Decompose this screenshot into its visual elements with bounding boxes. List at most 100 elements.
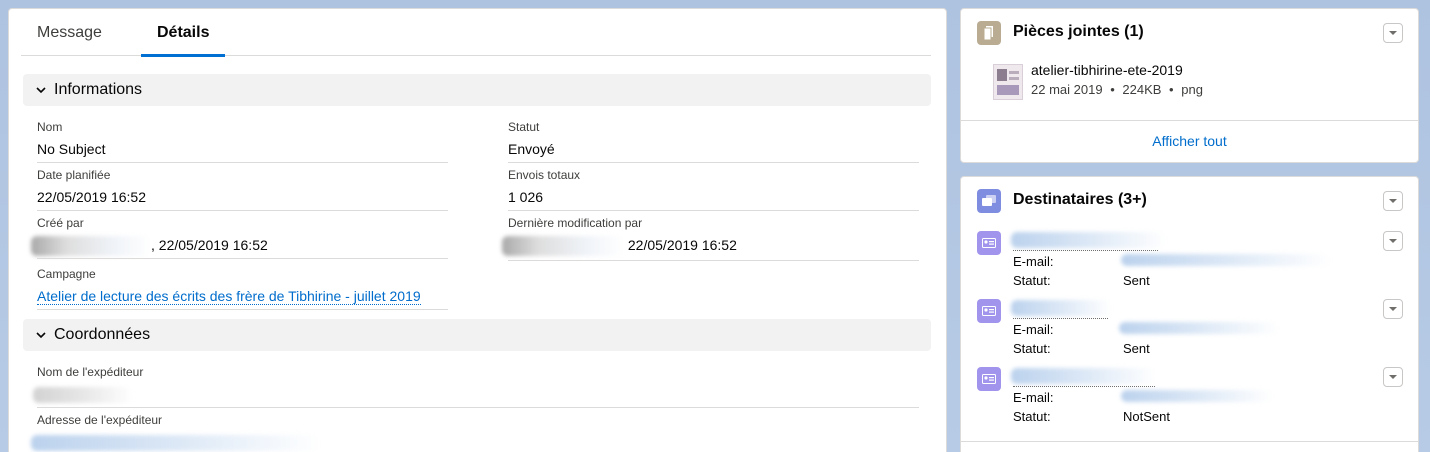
chevron-down-icon xyxy=(1389,239,1397,243)
status-label: Statut: xyxy=(1013,273,1051,288)
email-label: E-mail: xyxy=(1013,390,1054,405)
divider xyxy=(37,407,919,408)
tab-details[interactable]: Détails xyxy=(141,9,226,57)
attachment-meta: 22 mai 2019 • 224KB • png xyxy=(1031,82,1203,97)
recipient-menu-button[interactable] xyxy=(1383,299,1403,319)
recipient-email xyxy=(1121,254,1331,266)
link-underline xyxy=(1013,386,1155,387)
attachment-date: 22 mai 2019 xyxy=(1031,82,1103,97)
tab-message[interactable]: Message xyxy=(21,9,118,56)
field-label: Statut xyxy=(508,120,540,134)
section-title: Informations xyxy=(54,81,143,98)
divider xyxy=(37,210,448,211)
field-envois-totaux: Envois totaux 1 026 xyxy=(508,167,919,211)
field-value: 1 026 xyxy=(508,189,544,205)
field-value xyxy=(31,432,919,452)
chevron-down-icon xyxy=(1389,307,1397,311)
recipient-item: E-mail: Statut: Sent xyxy=(961,297,1420,363)
redacted-sender-email[interactable] xyxy=(31,435,321,452)
redacted-user[interactable] xyxy=(502,236,624,257)
field-date-planifiee: Date planifiée 22/05/2019 16:52 xyxy=(37,167,448,211)
field-cree-par: Créé par , 22/05/2019 16:52 xyxy=(31,215,448,259)
attachments-card: Pièces jointes (1) atelier-tibhirine-ete… xyxy=(960,8,1419,163)
recipients-title: Destinataires (3+) xyxy=(1013,191,1147,208)
field-value: Atelier de lecture des écrits des frère … xyxy=(37,286,448,306)
redacted-sender-name xyxy=(33,387,133,404)
chevron-down-icon xyxy=(1389,375,1397,379)
field-derniere-modification: Dernière modification par 22/05/2019 16:… xyxy=(502,215,919,261)
attachment-thumbnail[interactable] xyxy=(993,64,1023,100)
chevron-down-icon xyxy=(1389,31,1397,35)
section-coordonnees[interactable]: Coordonnées xyxy=(23,319,931,351)
field-label: Date planifiée xyxy=(37,168,111,182)
recipients-card: Destinataires (3+) E-mail: Statut: Sent … xyxy=(960,176,1419,452)
details-panel: Message Détails Informations Nom No Subj… xyxy=(8,8,947,452)
status-value: Sent xyxy=(1123,341,1150,356)
status-label: Statut: xyxy=(1013,409,1051,424)
tab-bar: Message Détails xyxy=(21,9,931,57)
field-value: 22/05/2019 16:52 xyxy=(502,235,919,257)
contact-icon xyxy=(977,231,1001,255)
recipient-menu-button[interactable] xyxy=(1383,231,1403,251)
email-label: E-mail: xyxy=(1013,322,1054,337)
email-label: E-mail: xyxy=(1013,254,1054,269)
attachments-menu-button[interactable] xyxy=(1383,23,1403,43)
recipient-item: E-mail: Statut: NotSent xyxy=(961,365,1420,431)
field-statut: Statut Envoyé xyxy=(508,119,919,163)
divider xyxy=(508,210,919,211)
divider xyxy=(37,309,448,310)
chevron-down-icon xyxy=(1389,199,1397,203)
status-label: Statut: xyxy=(1013,341,1051,356)
divider xyxy=(508,162,919,163)
redacted-user[interactable] xyxy=(31,236,151,257)
campaign-link[interactable]: Atelier de lecture des écrits des frère … xyxy=(37,288,421,305)
divider xyxy=(508,260,919,261)
field-nom-expediteur: Nom de l'expéditeur xyxy=(33,364,919,408)
divider xyxy=(37,258,448,259)
field-nom: Nom No Subject xyxy=(37,119,448,163)
field-value: , 22/05/2019 16:52 xyxy=(31,235,448,257)
chevron-down-icon xyxy=(33,74,49,106)
recipient-menu-button[interactable] xyxy=(1383,367,1403,387)
recipient-email xyxy=(1119,322,1279,334)
attachment-name[interactable]: atelier-tibhirine-ete-2019 xyxy=(1031,62,1183,78)
section-title: Coordonnées xyxy=(54,326,151,343)
divider xyxy=(961,441,1418,442)
contact-icon xyxy=(977,299,1001,323)
chevron-down-icon xyxy=(33,319,49,351)
attachment-type: png xyxy=(1181,82,1203,97)
field-value: Envoyé xyxy=(508,141,555,157)
file-icon xyxy=(977,21,1001,45)
modified-date: 22/05/2019 16:52 xyxy=(627,237,737,253)
section-informations[interactable]: Informations xyxy=(23,74,931,106)
separator-dot: • xyxy=(1110,82,1115,97)
view-all-link[interactable]: Afficher tout xyxy=(961,133,1418,149)
field-campagne: Campagne Atelier de lecture des écrits d… xyxy=(37,266,448,310)
status-value: NotSent xyxy=(1123,409,1170,424)
divider xyxy=(961,120,1418,121)
recipients-icon xyxy=(977,189,1001,213)
field-value: 22/05/2019 16:52 xyxy=(37,189,146,205)
link-underline xyxy=(1013,318,1108,319)
field-label: Créé par xyxy=(37,216,84,230)
recipients-menu-button[interactable] xyxy=(1383,191,1403,211)
created-date: , 22/05/2019 16:52 xyxy=(151,237,268,253)
field-label: Nom de l'expéditeur xyxy=(37,365,144,379)
recipient-email xyxy=(1121,390,1273,402)
field-label: Adresse de l'expéditeur xyxy=(37,413,163,427)
field-value: No Subject xyxy=(37,141,106,157)
field-label: Campagne xyxy=(37,267,96,281)
attachments-title: Pièces jointes (1) xyxy=(1013,23,1144,40)
link-underline xyxy=(1013,250,1158,251)
divider xyxy=(37,162,448,163)
field-label: Nom xyxy=(37,120,63,134)
recipient-name-link[interactable] xyxy=(1011,368,1156,384)
field-value xyxy=(33,384,919,404)
recipient-name-link[interactable] xyxy=(1011,232,1166,248)
attachment-size: 224KB xyxy=(1122,82,1162,97)
recipient-item: E-mail: Statut: Sent xyxy=(961,229,1420,295)
field-label: Dernière modification par xyxy=(508,216,643,230)
recipient-name-link[interactable] xyxy=(1011,300,1111,316)
separator-dot: • xyxy=(1169,82,1174,97)
field-label: Envois totaux xyxy=(508,168,581,182)
